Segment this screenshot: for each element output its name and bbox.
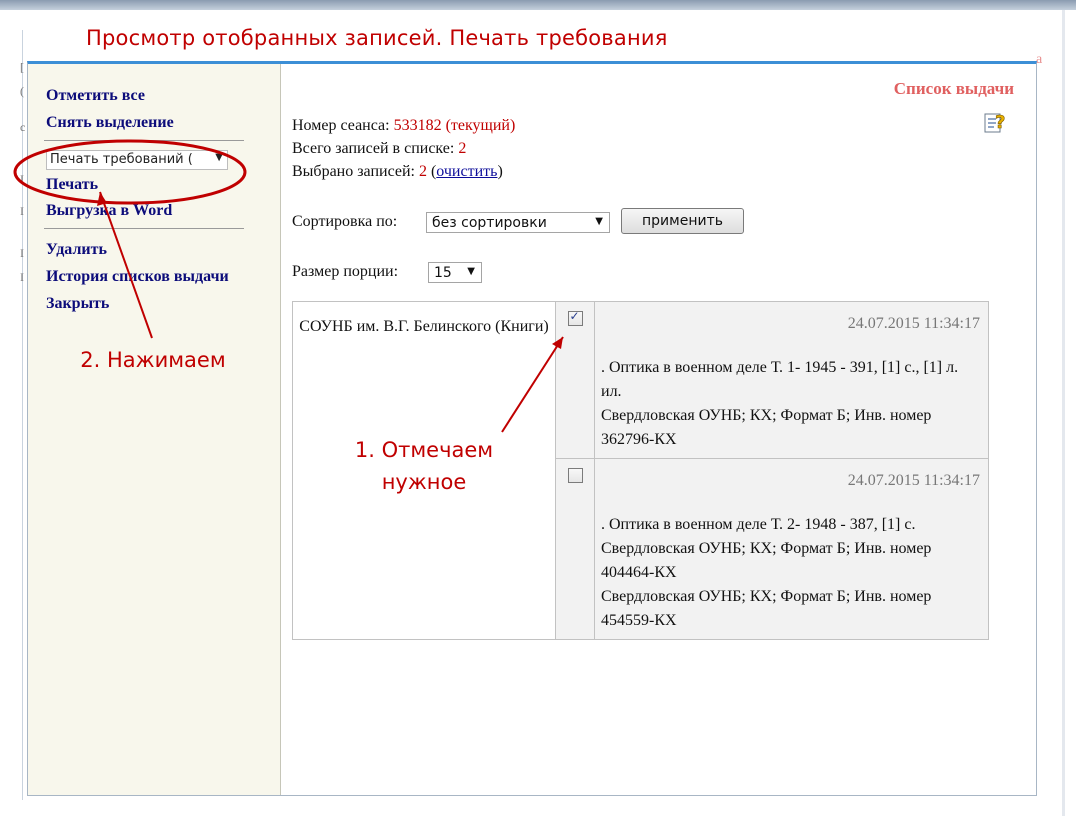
selected-records-dialog: Отметить все Снять выделение Печать треб… [27,61,1037,796]
sort-select-value: без сортировки [432,215,547,231]
slide-title: Просмотр отобранных записей. Печать треб… [86,26,668,50]
window-top-bar [0,0,1076,10]
main-panel: Список выдачи ? Номер сеанса: 533182 (те… [281,64,1036,795]
record-checkbox[interactable] [567,309,583,326]
record-title: . Оптика в военном деле Т. 1- 1945 - 391… [601,359,959,400]
checkbox-cell [555,458,595,640]
portion-label: Размер порции: [292,263,399,280]
deselect-link[interactable]: Снять выделение [46,114,174,132]
clear-link[interactable]: очистить [436,163,497,180]
list-title: Список выдачи [893,79,1014,98]
total-label: Всего записей в списке: [292,140,455,157]
session-info: Номер сеанса: 533182 (текущий) [292,117,515,135]
selected-label: Выбрано записей: [292,163,415,180]
sidebar: Отметить все Снять выделение Печать треб… [28,64,281,795]
record-cell: 24.07.2015 11:34:17 . Оптика в военном д… [594,301,989,459]
record-checkbox[interactable] [567,468,583,483]
background-fragment: I [20,204,24,218]
portion-select-value: 15 [434,265,452,281]
total-records-info: Всего записей в списке: 2 [292,140,466,158]
sidebar-divider [44,228,244,229]
session-label: Номер сеанса: [292,117,390,134]
background-window-edge [8,30,23,800]
record-holding: Свердловская ОУНБ; КХ; Формат Б; Инв. но… [601,588,932,629]
help-icon[interactable]: ? [982,109,1008,135]
select-all-link[interactable]: Отметить все [46,87,145,105]
record-holding: Свердловская ОУНБ; КХ; Формат Б; Инв. но… [601,407,932,448]
delete-link[interactable]: Удалить [46,241,107,259]
record-datetime: 24.07.2015 11:34:17 [847,315,980,332]
background-fragment: I [20,270,24,284]
chevron-down-icon: ▼ [215,152,223,163]
background-fragment: [ [20,60,24,74]
chevron-down-icon: ▼ [467,266,475,277]
chevron-down-icon: ▼ [595,216,603,227]
print-link[interactable]: Печать [46,176,98,194]
print-type-select-value: Печать требований ( [50,152,193,167]
background-window-edge [1062,10,1065,816]
checkbox-cell [555,301,595,459]
total-value: 2 [458,140,467,157]
background-fragment: c [20,120,26,134]
background-fragment: ( [20,84,24,98]
annotation-step2: 2. Нажимаем [80,348,226,372]
sidebar-divider [44,140,244,141]
svg-text:?: ? [995,112,1005,133]
background-fragment: I [20,246,24,260]
sort-label: Сортировка по: [292,213,398,230]
print-type-select[interactable]: Печать требований ( ▼ [46,150,228,170]
apply-button[interactable]: применить [621,208,744,234]
close-link[interactable]: Закрыть [46,295,109,313]
record-cell: 24.07.2015 11:34:17 . Оптика в военном д… [594,458,989,640]
sort-select[interactable]: без сортировки ▼ [426,212,610,233]
annotation-step1: 1. Отмечаем нужное [354,438,494,494]
history-link[interactable]: История списков выдачи [46,268,229,286]
selected-records-info: Выбрано записей: 2 (очистить) [292,163,503,180]
session-value: 533182 (текущий) [393,117,516,134]
record-holding: Свердловская ОУНБ; КХ; Формат Б; Инв. но… [601,540,932,581]
portion-select[interactable]: 15 ▼ [428,262,482,283]
record-title: . Оптика в военном деле Т. 2- 1948 - 387… [601,516,916,533]
export-word-link[interactable]: Выгрузка в Word [46,202,172,220]
record-datetime: 24.07.2015 11:34:17 [847,472,980,489]
background-fragment: I [20,172,24,186]
selected-value: 2 [418,163,427,180]
